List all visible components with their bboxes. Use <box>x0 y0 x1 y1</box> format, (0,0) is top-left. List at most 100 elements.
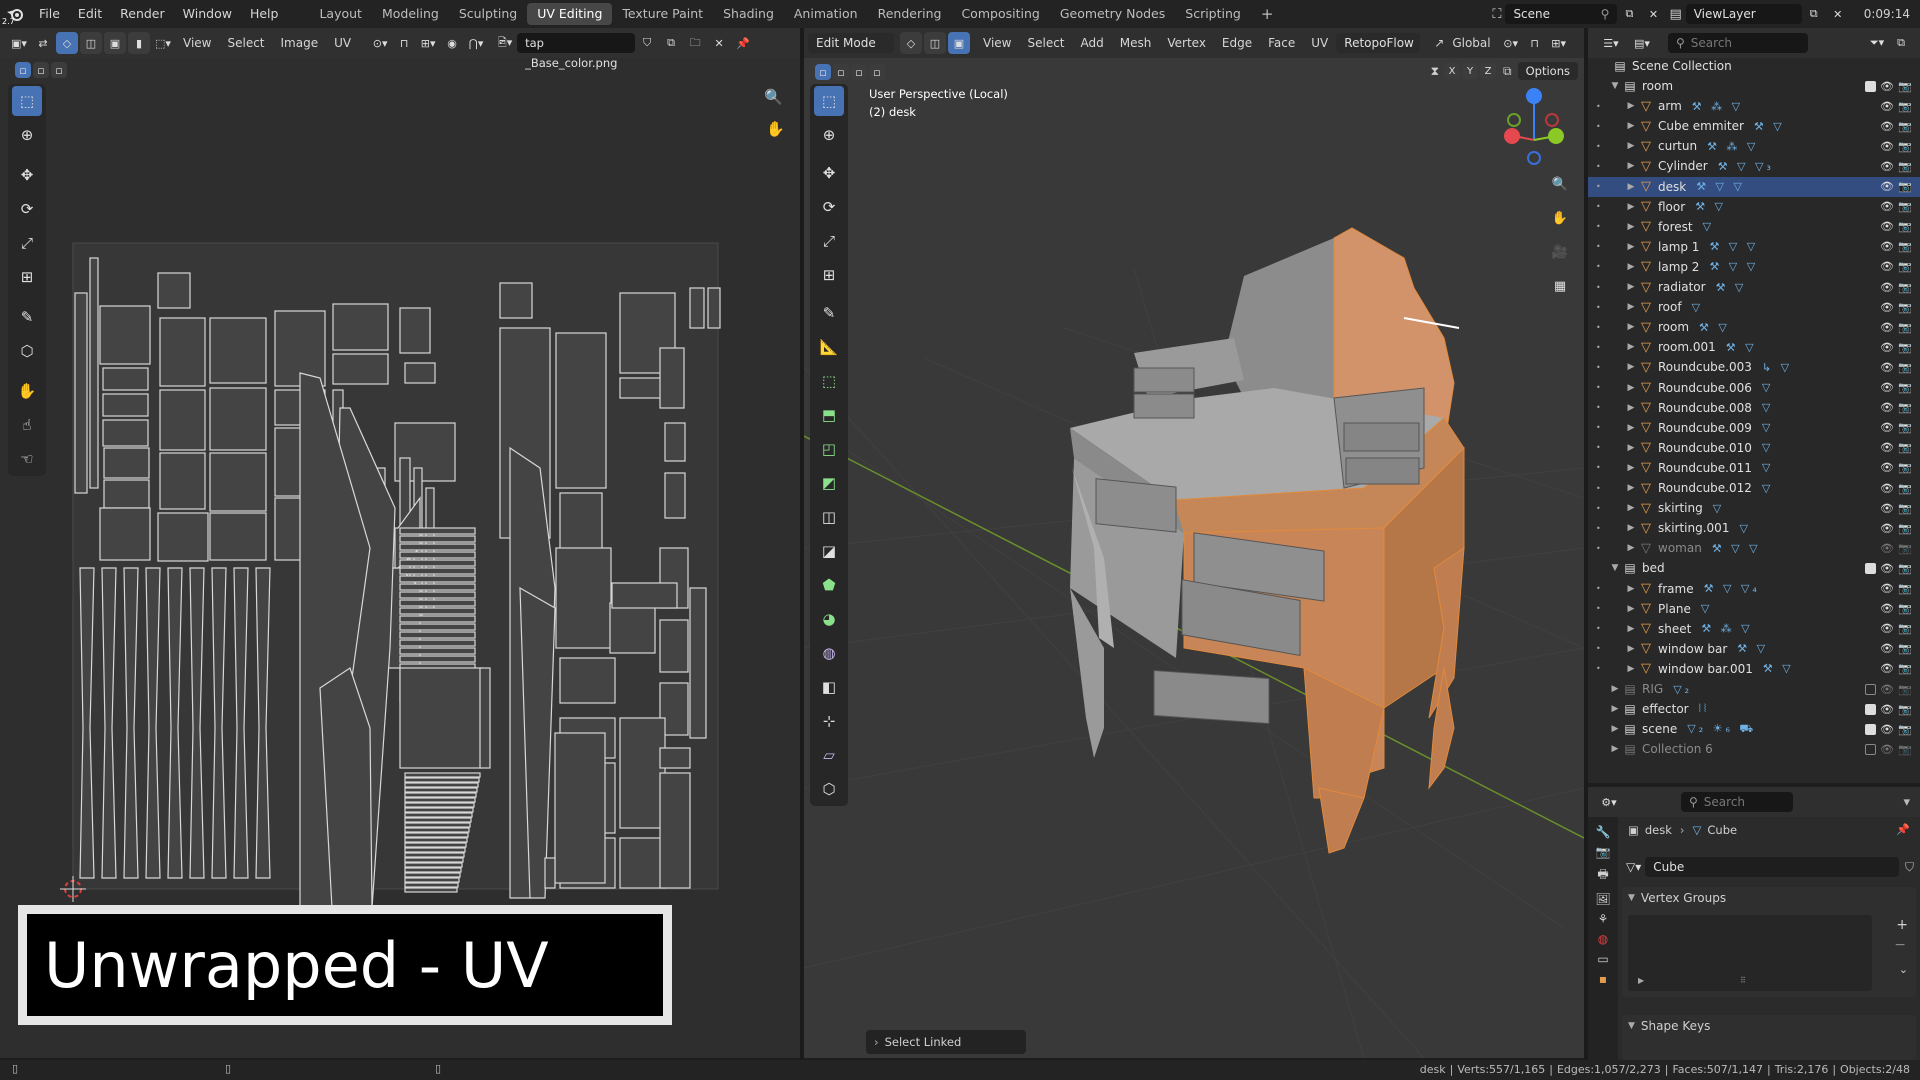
modifier-icons[interactable]: ▽ <box>1692 301 1703 314</box>
modifier-icons[interactable]: ▽ <box>1762 441 1773 454</box>
expand-right-icon[interactable]: ▶ <box>1608 744 1622 754</box>
expand-right-icon[interactable]: ▶ <box>1608 684 1622 694</box>
tab-compositing[interactable]: Compositing <box>951 3 1049 25</box>
modifier-icons[interactable]: ⚒ ▽ <box>1726 341 1757 354</box>
modifier-icons[interactable]: ⚒ ▽ ▽₃ <box>1718 160 1774 173</box>
expand-right-icon[interactable]: ▶ <box>1624 222 1638 232</box>
exclude-checkbox[interactable] <box>1865 562 1876 574</box>
vp-transform-icon[interactable]: ⊞ <box>814 260 844 290</box>
visibility-eye-icon[interactable]: 👁 <box>1880 160 1894 173</box>
uv-island[interactable] <box>404 807 474 813</box>
exclude-checkbox[interactable] <box>1865 723 1876 735</box>
modifier-icons[interactable]: ▽₂ ☀₆ ⛟ <box>1687 722 1756 737</box>
expand-right-icon[interactable]: ▶ <box>1624 383 1638 393</box>
expand-right-icon[interactable]: ▶ <box>1624 503 1638 513</box>
extrude-icon[interactable]: ⬒ <box>814 400 844 430</box>
expand-right-icon[interactable]: ▶ <box>1624 121 1638 131</box>
render-camera-icon[interactable]: 📷 <box>1898 321 1912 334</box>
modifier-icons[interactable]: ⚒ ⁂ ▽ <box>1707 140 1758 153</box>
expand-right-icon[interactable]: ▶ <box>1624 362 1638 372</box>
render-camera-icon[interactable]: 📷 <box>1898 602 1912 615</box>
uv-island[interactable] <box>399 575 476 583</box>
visibility-eye-icon[interactable]: 👁 <box>1880 80 1894 93</box>
uv-island[interactable] <box>102 367 149 391</box>
outliner-row-room[interactable]: ▼ ▤ room 👁 📷 <box>1588 76 1920 96</box>
uv-island[interactable] <box>555 547 612 649</box>
vp-move-icon[interactable]: ✥ <box>814 158 844 188</box>
tab-animation[interactable]: Animation <box>784 3 868 25</box>
visibility-eye-icon[interactable]: 👁 <box>1880 361 1894 374</box>
list-resize-handle-icon[interactable]: ⠿ <box>1740 976 1746 985</box>
uv-island[interactable] <box>404 842 467 848</box>
visibility-eye-icon[interactable]: 👁 <box>1880 180 1894 193</box>
render-camera-icon[interactable]: 📷 <box>1898 743 1912 756</box>
filter-icon[interactable]: ⏷▾ <box>1866 32 1888 54</box>
visibility-eye-icon[interactable]: 👁 <box>1880 482 1894 495</box>
tab-scripting[interactable]: Scripting <box>1175 3 1251 25</box>
outliner-row-rig[interactable]: ▶ ▤ RIG ▽₂ 👁 📷 <box>1588 679 1920 699</box>
poly-build-icon[interactable]: ⬟ <box>814 570 844 600</box>
tab-modeling[interactable]: Modeling <box>372 3 449 25</box>
expand-right-icon[interactable]: ▶ <box>1624 523 1638 533</box>
render-camera-icon[interactable]: 📷 <box>1898 240 1912 253</box>
outliner-row-window-bar-001[interactable]: ▶ ▽ window bar.001 ⚒ ▽ • 👁 📷 <box>1588 659 1920 679</box>
modifier-icons[interactable]: ⚒ ▽ <box>1737 642 1768 655</box>
render-camera-icon[interactable]: 📷 <box>1898 361 1912 374</box>
modifier-icons[interactable]: ▽ <box>1762 421 1773 434</box>
vertex-groups-header[interactable]: ▼ Vertex Groups <box>1622 887 1916 909</box>
visibility-eye-icon[interactable]: 👁 <box>1880 622 1894 635</box>
visibility-eye-icon[interactable]: 👁 <box>1880 743 1894 756</box>
exclude-checkbox[interactable] <box>1865 703 1876 715</box>
uv-island[interactable] <box>399 567 476 575</box>
shear-icon[interactable]: ▱ <box>814 740 844 770</box>
outliner-row-bed[interactable]: ▼ ▤ bed 👁 📷 <box>1588 558 1920 578</box>
display-mode-icon[interactable]: ▤▾ <box>1631 32 1653 54</box>
expand-right-icon[interactable]: ▶ <box>1624 543 1638 553</box>
fake-user-shield-icon[interactable]: ⛉ <box>1905 860 1914 875</box>
uv-island[interactable] <box>399 667 483 769</box>
outliner-row-lamp-1[interactable]: ▶ ▽ lamp 1 ⚒ ▽ ▽ • 👁 📷 <box>1588 237 1920 257</box>
expand-right-icon[interactable]: ▶ <box>1624 483 1638 493</box>
tab-geometry-nodes[interactable]: Geometry Nodes <box>1050 3 1175 25</box>
outliner-row-window-bar[interactable]: ▶ ▽ window bar ⚒ ▽ • 👁 📷 <box>1588 639 1920 659</box>
uv-island[interactable] <box>99 305 151 365</box>
render-camera-icon[interactable]: 📷 <box>1898 441 1912 454</box>
blender-logo[interactable]: 2.7 <box>0 0 30 28</box>
uv-island[interactable] <box>399 615 476 623</box>
uv-island[interactable] <box>159 452 206 510</box>
delete-scene-icon[interactable]: ✕ <box>1642 3 1664 25</box>
uv-island[interactable] <box>399 639 476 647</box>
outliner-row-roof[interactable]: ▶ ▽ roof ▽ • 👁 📷 <box>1588 297 1920 317</box>
new-scene-icon[interactable]: ⧉ <box>1618 3 1640 25</box>
modifier-icons[interactable]: ⚒ ▽ <box>1716 281 1747 294</box>
uv-island[interactable] <box>404 802 475 808</box>
visibility-eye-icon[interactable]: 👁 <box>1880 642 1894 655</box>
uv-island[interactable] <box>609 602 656 654</box>
outliner-row-roundcube-009[interactable]: ▶ ▽ Roundcube.009 ▽ • 👁 📷 <box>1588 418 1920 438</box>
uv-layout[interactable] <box>0 28 800 1058</box>
outliner-row-woman[interactable]: ▶ ▽ woman ⚒ ▽ ▽ • 👁 📷 <box>1588 538 1920 558</box>
uv-island[interactable] <box>479 667 491 769</box>
shape-keys-panel[interactable]: ▼ Shape Keys <box>1622 1015 1916 1060</box>
render-camera-icon[interactable]: 📷 <box>1898 622 1912 635</box>
uv-island[interactable] <box>404 877 460 883</box>
outliner-row-room-001[interactable]: ▶ ▽ room.001 ⚒ ▽ • 👁 📷 <box>1588 337 1920 357</box>
uv-island[interactable] <box>399 583 476 591</box>
vp-cursor-icon[interactable]: ⊕ <box>814 120 844 150</box>
inset-icon[interactable]: ◰ <box>814 434 844 464</box>
visibility-eye-icon[interactable]: 👁 <box>1880 321 1894 334</box>
outliner-row-radiator[interactable]: ▶ ▽ radiator ⚒ ▽ • 👁 📷 <box>1588 277 1920 297</box>
uv-island[interactable] <box>399 599 476 607</box>
uv-island[interactable] <box>332 303 389 351</box>
uv-island[interactable] <box>399 543 476 551</box>
loop-cut-icon[interactable]: ◫ <box>814 502 844 532</box>
expand-right-icon[interactable]: ▶ <box>1624 664 1638 674</box>
uv-island[interactable] <box>404 792 477 798</box>
view-layer-tab-icon[interactable]: 🖼 <box>1595 892 1610 906</box>
remove-vertex-group-icon[interactable]: − <box>1894 937 1906 953</box>
viewport-scene[interactable] <box>804 28 1584 1058</box>
visibility-eye-icon[interactable]: 👁 <box>1880 441 1894 454</box>
uv-island[interactable] <box>102 419 149 447</box>
uv-island[interactable] <box>99 507 151 561</box>
uv-island[interactable] <box>404 822 471 828</box>
